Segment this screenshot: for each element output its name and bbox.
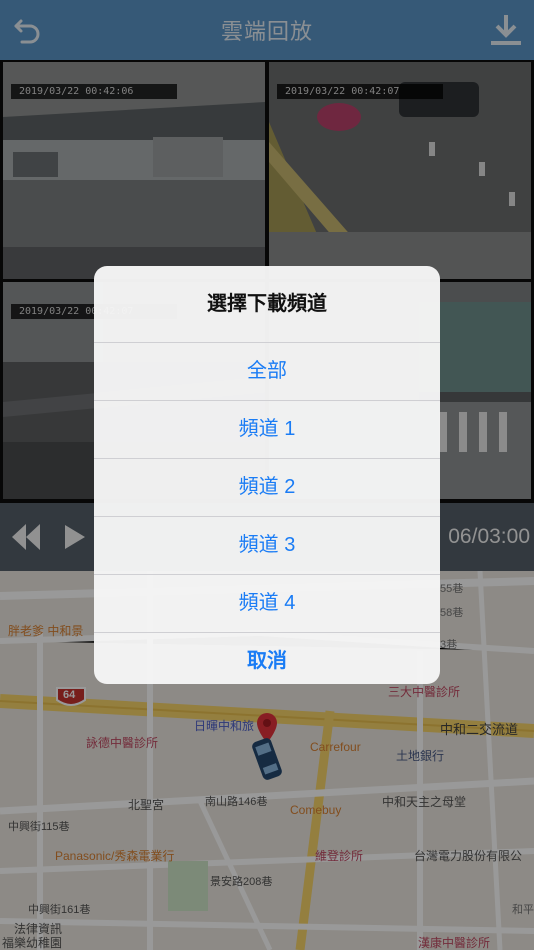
dialog-title: 選擇下載頻道: [207, 293, 327, 315]
option-channel-1[interactable]: 頻道 1: [94, 400, 440, 458]
cancel-button[interactable]: 取消: [94, 632, 440, 684]
option-channel-3[interactable]: 頻道 3: [94, 516, 440, 574]
option-channel-2[interactable]: 頻道 2: [94, 458, 440, 516]
option-all[interactable]: 全部: [94, 342, 440, 400]
option-channel-4[interactable]: 頻道 4: [94, 574, 440, 632]
channel-select-dialog: 選擇下載頻道 全部 頻道 1 頻道 2 頻道 3 頻道 4 取消: [94, 266, 440, 684]
